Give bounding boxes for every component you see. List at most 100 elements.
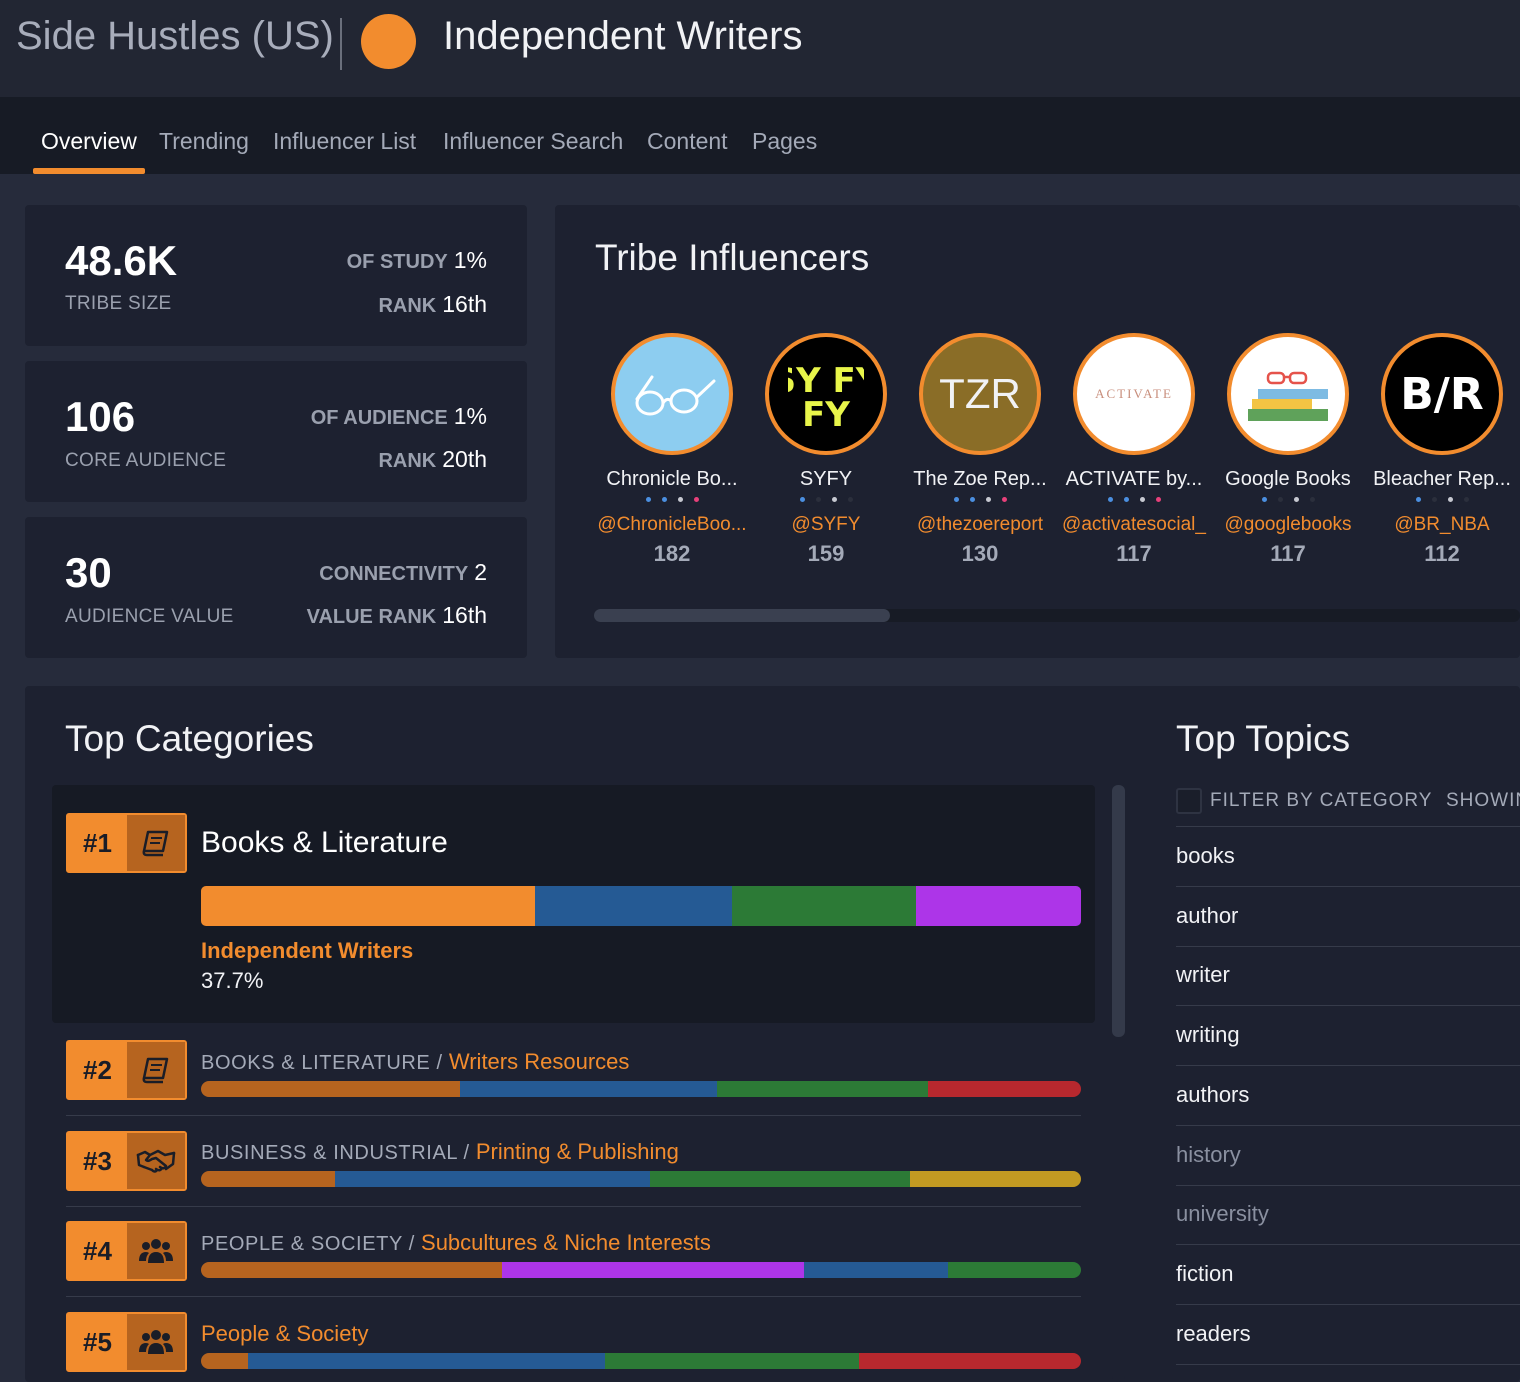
header-bar: Side Hustles (US) Independent Writers [0, 0, 1520, 97]
highlight-tribe-percent: 37.7% [201, 968, 264, 993]
rank-number: #5 [83, 1326, 112, 1357]
rank-badge: #1 [66, 813, 187, 873]
of-audience-value: 1% [453, 403, 487, 429]
tribe-influencers-title: Tribe Influencers [595, 237, 870, 278]
influencer-card[interactable]: Google Books @googlebooks 117 [1213, 333, 1363, 567]
influencer-score: 159 [807, 541, 845, 566]
rank-badge: #3 [66, 1131, 187, 1191]
bar-segment [859, 1353, 1081, 1369]
audience-value-value: 30 [65, 549, 112, 596]
influencer-handle[interactable]: @activatesocial_ [1059, 514, 1209, 536]
category-child: People & Society [201, 1321, 369, 1346]
books-glasses-icon[interactable] [1227, 333, 1349, 455]
influencer-handle[interactable]: @ChronicleBoo... [597, 514, 747, 536]
of-audience-stat: OF AUDIENCE 1% [311, 403, 487, 430]
value-rank-stat: VALUE RANK 16th [307, 602, 487, 629]
filter-by-category-label[interactable]: FILTER BY CATEGORY [1210, 790, 1432, 812]
influencer-card[interactable]: ACTIVATE ACTIVATE by... @activatesocial_… [1059, 333, 1209, 567]
influencer-dots [1367, 497, 1517, 505]
handshake-icon [126, 1133, 185, 1189]
bar-segment [247, 1353, 605, 1369]
influencer-dots [751, 497, 901, 505]
tab-content[interactable]: Content [647, 128, 728, 155]
influencer-handle[interactable]: @thezoereport [905, 514, 1055, 536]
topic-item[interactable]: author [1176, 903, 1238, 929]
topic-item[interactable]: fiction [1176, 1261, 1233, 1287]
bar-segment [201, 1171, 335, 1187]
of-study-value: 1% [453, 247, 487, 273]
bar-segment [927, 1081, 1081, 1097]
bar-segment [534, 886, 732, 926]
influencer-card[interactable]: Chronicle Bo... @ChronicleBoo... 182 [597, 333, 747, 567]
glasses-icon[interactable] [611, 333, 733, 455]
topic-item[interactable]: writing [1176, 1022, 1240, 1048]
influencer-card[interactable]: B/R Bleacher Rep... @BR_NBA 112 [1367, 333, 1517, 567]
influencer-handle[interactable]: @BR_NBA [1367, 514, 1517, 536]
topic-divider [1176, 1065, 1520, 1067]
category-path[interactable]: BUSINESS & INDUSTRIAL / Printing & Publi… [201, 1139, 679, 1165]
category-path[interactable]: PEOPLE & SOCIETY / Subcultures & Niche I… [201, 1230, 711, 1256]
tribe-size-label: TRIBE SIZE [65, 293, 172, 314]
book-icon [126, 1042, 185, 1098]
bar-segment [716, 1081, 928, 1097]
connectivity-value: 2 [474, 559, 487, 585]
rank-value: 20th [442, 446, 487, 472]
topic-divider [1176, 1303, 1520, 1305]
category-share-bar [201, 1171, 1081, 1187]
topic-item[interactable]: writer [1176, 962, 1230, 988]
tab-overview[interactable]: Overview [41, 128, 137, 155]
bar-segment [334, 1171, 650, 1187]
topic-divider [1176, 1005, 1520, 1007]
categories-scrollbar-thumb[interactable] [1112, 785, 1125, 1037]
rank-badge: #4 [66, 1221, 187, 1281]
topic-item[interactable]: history [1176, 1142, 1241, 1168]
tzr-logo[interactable]: TZR [919, 333, 1041, 455]
audience-value-label: AUDIENCE VALUE [65, 606, 234, 627]
bar-segment [916, 886, 1081, 926]
rank-number: #2 [83, 1054, 112, 1085]
tab-pages[interactable]: Pages [752, 128, 817, 155]
topic-item[interactable]: readers [1176, 1321, 1251, 1347]
tab-influencer-search[interactable]: Influencer Search [443, 128, 623, 155]
topic-divider [1176, 886, 1520, 887]
bar-segment [731, 886, 917, 926]
bar-segment [910, 1171, 1081, 1187]
study-title[interactable]: Side Hustles (US) [16, 14, 334, 59]
influencer-card[interactable]: SY FYFY SYFY @SYFY 159 [751, 333, 901, 567]
category-path[interactable]: BOOKS & LITERATURE / Writers Resources [201, 1049, 629, 1075]
filter-by-category-checkbox[interactable] [1176, 788, 1202, 814]
influencer-scrollbar-thumb[interactable] [594, 609, 890, 622]
tab-trending[interactable]: Trending [159, 128, 249, 155]
topic-item[interactable]: authors [1176, 1082, 1249, 1108]
bar-segment [459, 1081, 717, 1097]
svg-text:FY: FY [802, 395, 850, 432]
br-logo[interactable]: B/R [1381, 333, 1503, 455]
topic-item[interactable]: university [1176, 1201, 1269, 1227]
rank-number: #1 [83, 827, 112, 858]
influencer-dots [1213, 497, 1363, 505]
core-audience-value: 106 [65, 393, 136, 440]
connectivity-stat: CONNECTIVITY 2 [319, 559, 487, 586]
tab-influencer-list[interactable]: Influencer List [273, 128, 416, 155]
tribe-color-dot [361, 14, 416, 69]
rank-badge: #2 [66, 1040, 187, 1100]
connectivity-label: CONNECTIVITY [319, 563, 469, 585]
influencer-card[interactable]: TZR The Zoe Rep... @thezoereport 130 [905, 333, 1055, 567]
tab-bar: Overview Trending Influencer List Influe… [0, 97, 1520, 174]
influencer-score: 182 [653, 541, 691, 566]
bar-segment [604, 1353, 860, 1369]
rank-number: #3 [83, 1145, 112, 1176]
influencer-handle[interactable]: @SYFY [751, 514, 901, 536]
influencer-handle[interactable]: @googlebooks [1213, 514, 1363, 536]
influencer-name: ACTIVATE by... [1065, 468, 1203, 490]
influencer-name: SYFY [799, 468, 853, 490]
influencer-score: 117 [1116, 541, 1152, 566]
topic-item[interactable]: books [1176, 843, 1235, 869]
influencer-dots [597, 497, 747, 505]
people-icon [126, 1223, 185, 1279]
category-parent: PEOPLE & SOCIETY [201, 1233, 403, 1255]
syfy-logo[interactable]: SY FYFY [765, 333, 887, 455]
activate-logo[interactable]: ACTIVATE [1073, 333, 1195, 455]
rank-label: RANK [378, 295, 437, 317]
category-path[interactable]: People & Society [201, 1321, 369, 1347]
